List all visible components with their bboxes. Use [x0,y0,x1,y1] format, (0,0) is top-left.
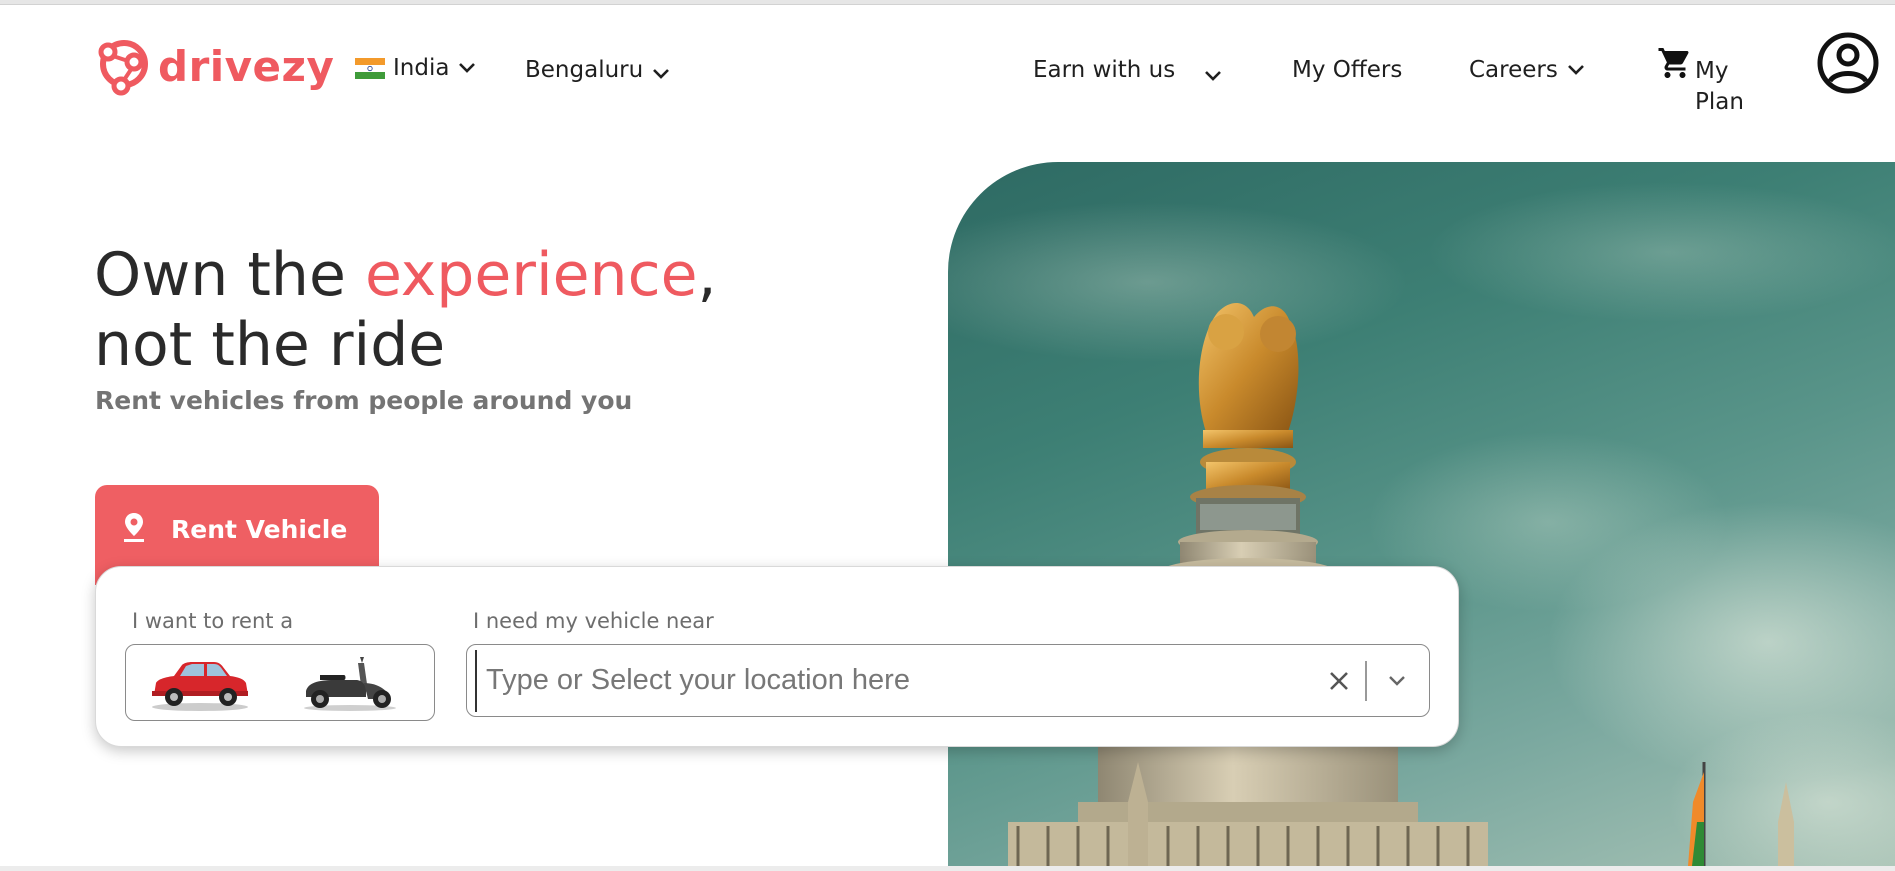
account-circle-icon [1817,32,1879,94]
hero-image [948,162,1895,866]
account-button[interactable] [1816,31,1880,100]
hero-title-prefix: Own the [94,240,365,310]
select-separator [1365,660,1367,701]
vehicle-type-label: I want to rent a [132,609,294,633]
city-selector[interactable]: Bengaluru [525,57,671,83]
landmark-illustration [948,182,1895,866]
scooter-icon [304,657,396,711]
top-border [0,0,1895,5]
country-selector[interactable]: India [355,55,477,81]
close-icon [1330,671,1348,690]
brand-logo[interactable]: drivezy [94,36,334,96]
cart-button[interactable] [1656,45,1694,86]
nav-my-offers[interactable]: My Offers [1292,57,1402,83]
hero-title-comma: , [697,240,717,310]
city-label: Bengaluru [525,57,644,83]
bottom-border [0,866,1895,871]
nav-earn-with-us[interactable]: Earn with us [1033,57,1223,83]
location-label: I need my vehicle near [473,609,714,633]
nav-careers-label: Careers [1469,57,1558,83]
vehicle-option-car[interactable] [148,653,252,718]
location-input[interactable] [475,649,1319,712]
hero-title-line2: not the ride [94,310,446,380]
car-icon [152,662,248,711]
location-select[interactable] [466,644,1430,717]
nav-careers[interactable]: Careers [1469,57,1586,83]
nav-earn-label: Earn with us [1033,57,1176,83]
hero-title: Own the experience, not the ride [94,240,717,380]
location-dropdown-button[interactable] [1379,661,1415,701]
drivezy-logo-icon [98,40,148,96]
india-flag-icon [355,57,385,79]
clear-location-button[interactable] [1319,661,1359,701]
hero-subtitle: Rent vehicles from people around you [95,386,633,415]
shopping-cart-icon [1658,48,1689,78]
vehicle-option-scooter[interactable] [298,653,402,718]
chevron-down-icon [653,69,670,79]
chevron-down-icon [1567,65,1584,75]
country-label: India [393,55,450,81]
search-card: I want to rent a I need my vehicle near [95,566,1459,747]
location-pin-icon [124,513,144,542]
brand-name: drivezy [158,41,335,91]
chevron-down-icon [459,63,476,73]
vehicle-type-selector [125,644,435,721]
chevron-down-icon [1389,675,1405,686]
my-plan-link[interactable]: My Plan [1695,56,1744,118]
nav-offers-label: My Offers [1292,57,1403,83]
hero-title-accent: experience [364,240,698,310]
tab-rent-vehicle-label: Rent Vehicle [171,515,348,544]
chevron-down-icon [1205,71,1222,81]
my-plan-line1: My [1695,58,1729,84]
my-plan-line2: Plan [1695,89,1744,115]
